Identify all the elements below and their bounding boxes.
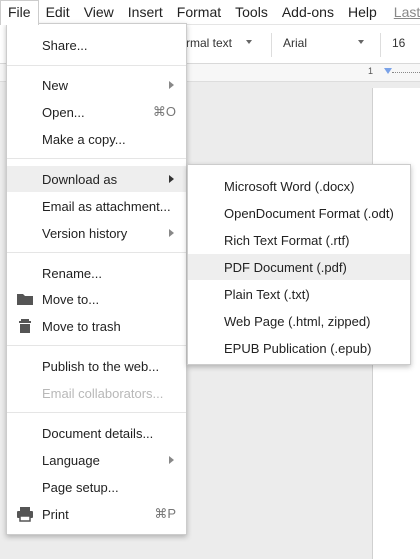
font-size-select[interactable]: 16 (392, 36, 405, 50)
menu-item-label: Move to trash (42, 318, 121, 334)
menu-item-label: Rename... (42, 265, 102, 281)
last-edit-link[interactable]: Last (384, 4, 420, 20)
chevron-right-icon (169, 229, 174, 237)
file-menu: Share... New Open... ⌘O Make a copy... D… (6, 23, 187, 535)
chevron-right-icon (169, 81, 174, 89)
folder-icon (17, 294, 33, 305)
menu-format[interactable]: Format (170, 0, 228, 24)
toolbar-divider (380, 33, 381, 57)
menu-view[interactable]: View (77, 0, 121, 24)
menu-item-move-to-trash[interactable]: Move to trash (7, 313, 186, 339)
menu-item-email-collaborators: Email collaborators... (7, 380, 186, 406)
menu-edit[interactable]: Edit (39, 0, 77, 24)
menu-item-label: Document details... (42, 425, 154, 441)
menu-item-print[interactable]: Print ⌘P (7, 501, 186, 527)
menu-item-label: Make a copy... (42, 131, 126, 147)
shortcut-label: ⌘O (152, 104, 176, 119)
menu-file[interactable]: File (0, 0, 39, 25)
menu-divider (7, 345, 186, 346)
paragraph-style-select[interactable]: rmal text (186, 36, 232, 50)
ruler-tick-label: 1 (368, 66, 374, 76)
menu-divider (7, 412, 186, 413)
menu-item-label: Print (42, 506, 69, 522)
menu-add-ons[interactable]: Add-ons (275, 0, 341, 24)
menu-tools[interactable]: Tools (228, 0, 275, 24)
menu-item-new[interactable]: New (7, 72, 186, 98)
menu-item-version-history[interactable]: Version history (7, 220, 186, 246)
menu-item-open[interactable]: Open... ⌘O (7, 99, 186, 125)
trash-icon (19, 319, 31, 333)
download-option-epub[interactable]: EPUB Publication (.epub) (188, 335, 410, 361)
download-option-html[interactable]: Web Page (.html, zipped) (188, 308, 410, 334)
font-family-select[interactable]: Arial (283, 36, 307, 50)
menu-item-document-details[interactable]: Document details... (7, 420, 186, 446)
paragraph-style-dropdown-icon[interactable] (246, 40, 252, 44)
menu-divider (7, 252, 186, 253)
toolbar-divider (271, 33, 272, 57)
font-family-dropdown-icon[interactable] (358, 40, 364, 44)
shortcut-label: ⌘P (154, 506, 176, 521)
download-option-odt[interactable]: OpenDocument Format (.odt) (188, 200, 410, 226)
menu-insert[interactable]: Insert (121, 0, 170, 24)
menu-item-email-attachment[interactable]: Email as attachment... (7, 193, 186, 219)
chevron-right-icon (169, 175, 174, 183)
download-option-docx[interactable]: Microsoft Word (.docx) (188, 173, 410, 199)
indent-marker-icon[interactable] (384, 68, 392, 74)
chevron-right-icon (169, 456, 174, 464)
menu-item-make-copy[interactable]: Make a copy... (7, 126, 186, 152)
ruler-dots (392, 72, 420, 73)
menu-item-download-as[interactable]: Download as (7, 166, 186, 192)
menu-bar: File Edit View Insert Format Tools Add-o… (0, 0, 420, 25)
menu-item-label: Publish to the web... (42, 358, 160, 374)
download-as-submenu: Microsoft Word (.docx) OpenDocument Form… (187, 164, 411, 365)
download-option-pdf[interactable]: PDF Document (.pdf) (188, 254, 410, 280)
menu-item-label: New (42, 77, 69, 93)
download-option-txt[interactable]: Plain Text (.txt) (188, 281, 410, 307)
menu-item-label: Version history (42, 225, 128, 241)
menu-divider (7, 158, 186, 159)
menu-item-share[interactable]: Share... (7, 32, 186, 58)
menu-help[interactable]: Help (341, 0, 384, 24)
menu-item-rename[interactable]: Rename... (7, 260, 186, 286)
download-option-rtf[interactable]: Rich Text Format (.rtf) (188, 227, 410, 253)
menu-item-publish[interactable]: Publish to the web... (7, 353, 186, 379)
menu-item-label: Email collaborators... (42, 385, 164, 401)
menu-item-label: Open... (42, 104, 85, 120)
menu-item-language[interactable]: Language (7, 447, 186, 473)
menu-item-page-setup[interactable]: Page setup... (7, 474, 186, 500)
menu-item-label: Language (42, 452, 100, 468)
menu-item-label: Page setup... (42, 479, 119, 495)
printer-icon (17, 507, 33, 522)
menu-item-label: Move to... (42, 291, 100, 307)
menu-item-move-to[interactable]: Move to... (7, 286, 186, 312)
menu-item-label: Download as (42, 171, 118, 187)
menu-item-label: Email as attachment... (42, 198, 171, 214)
menu-divider (7, 65, 186, 66)
menu-item-label: Share... (42, 37, 88, 53)
